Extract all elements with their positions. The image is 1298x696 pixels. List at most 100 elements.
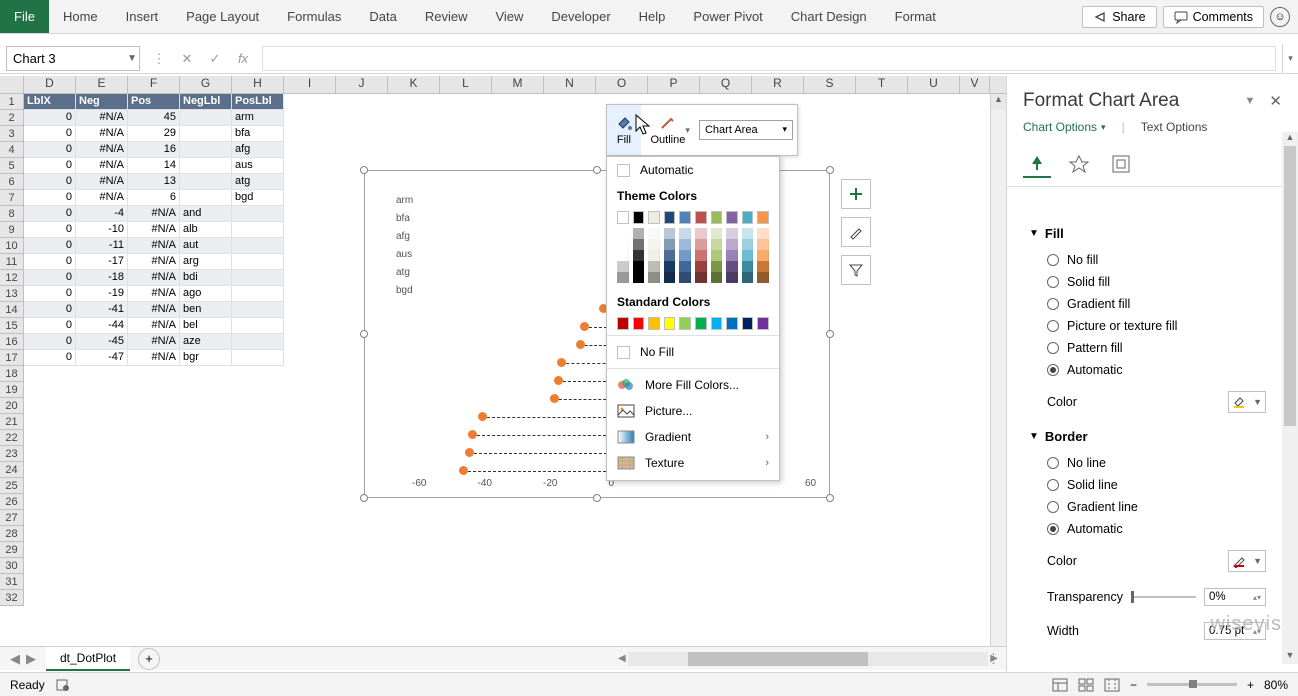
color-swatch[interactable] [757, 261, 769, 272]
view-layout-icon[interactable] [1078, 678, 1094, 692]
transparency-input[interactable]: 0%▴▾ [1204, 588, 1266, 606]
table-cell[interactable]: 0 [24, 350, 76, 366]
text-options-tab[interactable]: Text Options [1141, 120, 1208, 134]
table-cell[interactable]: #N/A [128, 334, 180, 350]
table-cell[interactable] [232, 286, 284, 302]
color-swatch[interactable] [742, 317, 754, 330]
tab-help[interactable]: Help [625, 0, 680, 33]
color-swatch[interactable] [726, 261, 738, 272]
color-swatch[interactable] [757, 211, 769, 224]
row-header[interactable]: 16 [0, 334, 24, 350]
chart-data-marker[interactable] [465, 448, 474, 457]
table-cell[interactable]: 29 [128, 126, 180, 142]
row-header[interactable]: 1 [0, 94, 24, 110]
col-header[interactable]: K [388, 76, 440, 93]
color-swatch[interactable] [742, 272, 754, 283]
row-header[interactable]: 11 [0, 254, 24, 270]
table-cell[interactable]: 0 [24, 190, 76, 206]
table-cell[interactable]: atg [232, 174, 284, 190]
color-swatch[interactable] [648, 228, 660, 239]
col-header[interactable]: M [492, 76, 544, 93]
table-cell[interactable]: bgr [180, 350, 232, 366]
resize-handle[interactable] [593, 494, 601, 502]
color-swatch[interactable] [742, 239, 754, 250]
row-header[interactable]: 15 [0, 318, 24, 334]
table-cell[interactable]: -47 [76, 350, 128, 366]
color-swatch[interactable] [617, 261, 629, 272]
table-cell[interactable]: 0 [24, 254, 76, 270]
color-swatch[interactable] [757, 250, 769, 261]
sheet-tab[interactable]: dt_DotPlot [46, 647, 130, 671]
tab-chart-design[interactable]: Chart Design [777, 0, 881, 33]
fill-line-category-icon[interactable] [1023, 150, 1051, 178]
scroll-thumb[interactable] [1284, 146, 1296, 426]
row-header[interactable]: 30 [0, 558, 24, 574]
table-cell[interactable]: #N/A [76, 126, 128, 142]
row-header[interactable]: 29 [0, 542, 24, 558]
radio-option[interactable]: Solid fill [1047, 271, 1266, 293]
table-cell[interactable]: #N/A [76, 158, 128, 174]
table-cell[interactable] [232, 254, 284, 270]
table-cell[interactable]: 0 [24, 142, 76, 158]
table-cell[interactable]: #N/A [128, 270, 180, 286]
col-header[interactable]: L [440, 76, 492, 93]
chart-element-selector[interactable]: Chart Area ▾ [695, 105, 797, 155]
col-header[interactable]: I [284, 76, 336, 93]
grid-cells[interactable]: LblXNegPosNegLblPosLbl0#N/A45arm0#N/A29b… [24, 94, 284, 366]
color-swatch[interactable] [726, 228, 738, 239]
chart-data-marker[interactable] [557, 358, 566, 367]
table-cell[interactable]: 0 [24, 302, 76, 318]
color-swatch[interactable] [617, 272, 629, 283]
table-cell[interactable]: bel [180, 318, 232, 334]
row-header[interactable]: 8 [0, 206, 24, 222]
row-header[interactable]: 17 [0, 350, 24, 366]
border-section-header[interactable]: ▼Border [1007, 421, 1282, 450]
color-swatch[interactable] [679, 272, 691, 283]
radio-option[interactable]: Pattern fill [1047, 337, 1266, 359]
close-pane-icon[interactable]: ✕ [1269, 92, 1282, 110]
color-swatch[interactable] [648, 272, 660, 283]
color-swatch[interactable] [633, 272, 645, 283]
row-header[interactable]: 31 [0, 574, 24, 590]
color-swatch[interactable] [742, 211, 754, 224]
color-swatch[interactable] [711, 317, 723, 330]
color-swatch[interactable] [742, 228, 754, 239]
table-cell[interactable]: -18 [76, 270, 128, 286]
selector-dropdown-icon[interactable]: ▾ [782, 124, 787, 136]
resize-handle[interactable] [826, 166, 834, 174]
color-swatch[interactable] [711, 239, 723, 250]
color-swatch[interactable] [711, 211, 723, 224]
table-cell[interactable]: 45 [128, 110, 180, 126]
table-cell[interactable] [232, 270, 284, 286]
table-cell[interactable]: 0 [24, 206, 76, 222]
col-header[interactable]: R [752, 76, 804, 93]
table-cell[interactable]: 0 [24, 158, 76, 174]
row-header[interactable]: 23 [0, 446, 24, 462]
table-cell[interactable] [180, 110, 232, 126]
chart-styles-button[interactable] [841, 217, 871, 247]
chart-elements-button[interactable] [841, 179, 871, 209]
automatic-option[interactable]: Automatic [607, 157, 779, 183]
comments-button[interactable]: Comments [1163, 6, 1264, 28]
table-cell[interactable]: afg [232, 142, 284, 158]
table-cell[interactable]: 0 [24, 222, 76, 238]
chart-data-marker[interactable] [478, 412, 487, 421]
color-swatch[interactable] [664, 211, 676, 224]
color-swatch[interactable] [757, 239, 769, 250]
table-cell[interactable]: #N/A [76, 142, 128, 158]
table-cell[interactable]: and [180, 206, 232, 222]
tab-format[interactable]: Format [881, 0, 950, 33]
table-cell[interactable] [232, 238, 284, 254]
color-swatch[interactable] [664, 250, 676, 261]
tab-power-pivot[interactable]: Power Pivot [679, 0, 776, 33]
row-header[interactable]: 32 [0, 590, 24, 606]
color-swatch[interactable] [633, 317, 645, 330]
table-cell[interactable]: 16 [128, 142, 180, 158]
row-header[interactable]: 4 [0, 142, 24, 158]
color-swatch[interactable] [648, 211, 660, 224]
sheet-hscroll[interactable]: ◀ ▶ [618, 652, 998, 666]
tab-review[interactable]: Review [411, 0, 482, 33]
chart-data-marker[interactable] [468, 430, 477, 439]
color-swatch[interactable] [679, 250, 691, 261]
radio-option[interactable]: Solid line [1047, 474, 1266, 496]
